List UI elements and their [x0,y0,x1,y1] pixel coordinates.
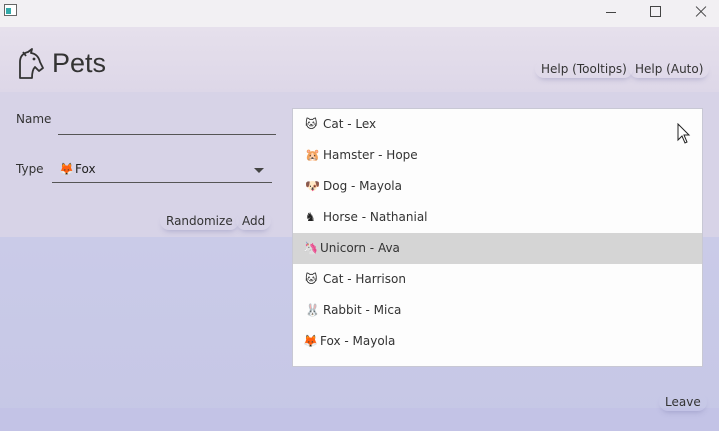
rabbit-icon: 🐰 [305,303,320,317]
pet-label: Unicorn - Ava [320,241,400,255]
unicorn-icon [19,48,44,79]
app-title: Pets [52,48,107,78]
pet-label: Cat - Harrison [323,272,406,286]
list-item[interactable]: 🐹 Hamster - Hope [293,140,702,171]
list-item-selected[interactable]: 🦄 Unicorn - Ava [293,233,702,264]
pet-label: Rabbit - Mica [323,303,402,317]
name-input[interactable] [58,110,276,135]
add-button[interactable]: Add [236,212,271,230]
randomize-button[interactable]: Randomize [160,212,239,230]
title-bar [0,0,719,27]
hamster-icon: 🐹 [305,148,320,162]
pet-label: Fox - Mayola [320,334,396,348]
mouse-cursor-icon [677,123,691,144]
maximize-button[interactable] [641,2,671,22]
list-item[interactable]: 🐱 Cat - Harrison [293,264,702,295]
pet-label: Hamster - Hope [323,148,418,162]
pet-label: Cat - Lex [323,117,377,131]
footer-strip [0,408,719,431]
dog-icon: 🐶 [305,179,320,193]
type-label: Type [16,162,44,176]
type-select[interactable]: 🦊 Fox [52,158,272,183]
window-app-icon [4,4,17,16]
close-button[interactable] [686,2,716,22]
help-tooltips-button[interactable]: Help (Tooltips) [535,60,633,78]
list-item[interactable]: 🐰 Rabbit - Mica [293,295,702,326]
cat-icon: 🐱 [305,117,318,131]
minimize-button[interactable] [596,2,626,22]
list-item[interactable]: 🐶 Dog - Mayola [293,171,702,202]
name-label: Name [16,112,52,126]
type-select-value: Fox [75,162,96,176]
list-item[interactable]: ♞ Horse - Nathanial [293,202,702,233]
list-item[interactable]: 🦊 Fox - Mayola [293,326,702,357]
horse-icon: ♞ [305,210,316,224]
help-auto-button[interactable]: Help (Auto) [629,60,709,78]
pet-list[interactable]: 🐱 Cat - Lex 🐹 Hamster - Hope 🐶 Dog - May… [292,108,703,367]
fox-icon: 🦊 [59,162,74,176]
pet-label: Horse - Nathanial [323,210,428,224]
pet-label: Dog - Mayola [323,179,402,193]
chevron-down-icon [254,168,264,173]
unicorn-icon: 🦄 [303,241,318,255]
list-item[interactable]: 🐱 Cat - Lex [293,109,702,140]
leave-button[interactable]: Leave [659,393,707,411]
cat-icon: 🐱 [305,272,318,286]
fox-icon: 🦊 [303,334,318,348]
